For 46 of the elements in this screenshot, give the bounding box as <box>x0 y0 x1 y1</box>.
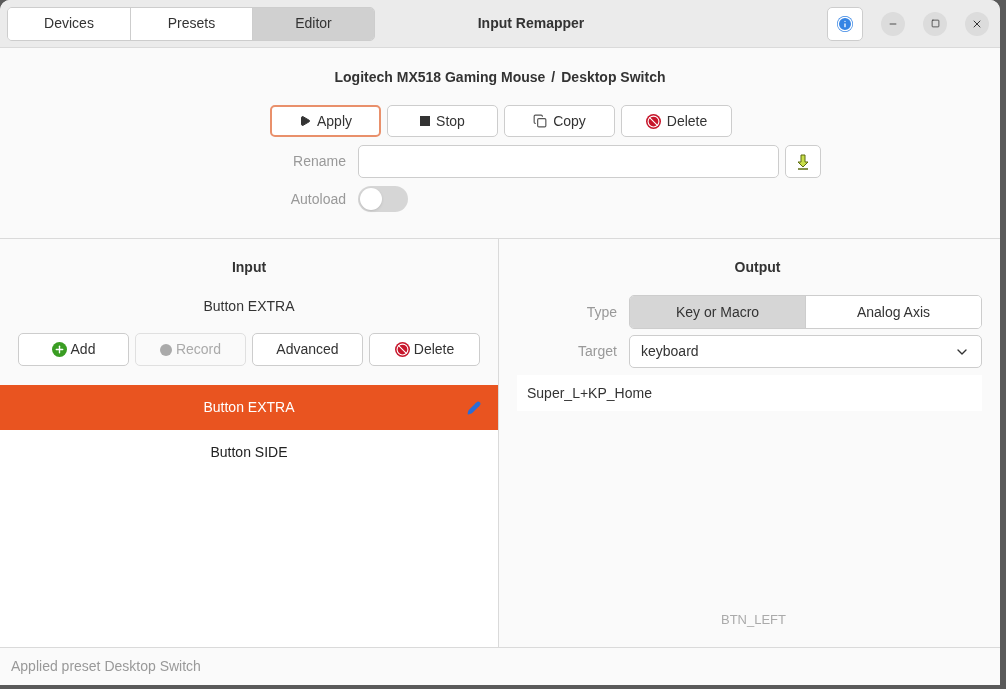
status-text: Applied preset Desktop Switch <box>11 657 201 676</box>
play-icon <box>299 115 311 127</box>
mapping-editor[interactable]: Super_L+KP_Home <box>517 375 982 411</box>
window-title: Input Remapper <box>477 14 585 33</box>
info-icon <box>837 15 853 32</box>
maximize-button[interactable] <box>923 11 947 36</box>
apply-button[interactable]: Apply <box>270 105 381 137</box>
output-title: Output <box>734 258 781 277</box>
add-button[interactable]: Add <box>18 333 129 366</box>
delete-button[interactable]: Delete <box>621 105 732 137</box>
save-name-button[interactable] <box>785 145 821 178</box>
rename-field[interactable] <box>358 145 779 178</box>
copy-button[interactable]: Copy <box>504 105 615 137</box>
tab[interactable]: Devices <box>8 7 130 40</box>
autoload-label: Autoload <box>289 189 347 209</box>
hint-text: BTN_LEFT <box>721 610 786 629</box>
delete-button[interactable]: Delete <box>369 333 480 366</box>
down-arrow-icon <box>797 153 809 170</box>
type-toggle[interactable]: Analog Axis <box>805 296 981 328</box>
close-button[interactable] <box>965 11 989 36</box>
autoload-switch[interactable] <box>358 186 408 212</box>
stop-icon <box>420 116 431 126</box>
tab[interactable]: Presets <box>130 7 252 40</box>
device-name: Logitech MX518 Gaming Mouse <box>334 68 546 87</box>
type-label: Type <box>585 302 618 322</box>
prohibited-icon <box>645 113 661 129</box>
prohibited-icon <box>394 342 410 357</box>
minimize-button[interactable] <box>881 11 905 36</box>
plus-icon <box>51 342 67 357</box>
input-title: Input <box>231 258 267 277</box>
record-icon <box>159 343 172 356</box>
current-input-label: Button EXTRA <box>203 297 295 316</box>
target-label: Target <box>577 342 618 361</box>
advanced-button[interactable]: Advanced <box>252 333 363 366</box>
rename-label: Rename <box>292 152 347 171</box>
preset-name: Desktop Switch <box>561 68 666 87</box>
input-list-item[interactable]: Button EXTRA <box>0 385 498 430</box>
stop-button[interactable]: Stop <box>387 105 498 137</box>
copy-icon <box>533 114 548 128</box>
info-button[interactable] <box>827 6 863 41</box>
pencil-icon <box>467 400 481 415</box>
tab[interactable]: Editor <box>252 7 374 40</box>
target-dropdown[interactable]: keyboard <box>629 335 982 368</box>
type-toggle[interactable]: Key or Macro <box>630 296 805 328</box>
separator-slash: / <box>551 68 556 87</box>
maximize-icon <box>930 19 940 28</box>
